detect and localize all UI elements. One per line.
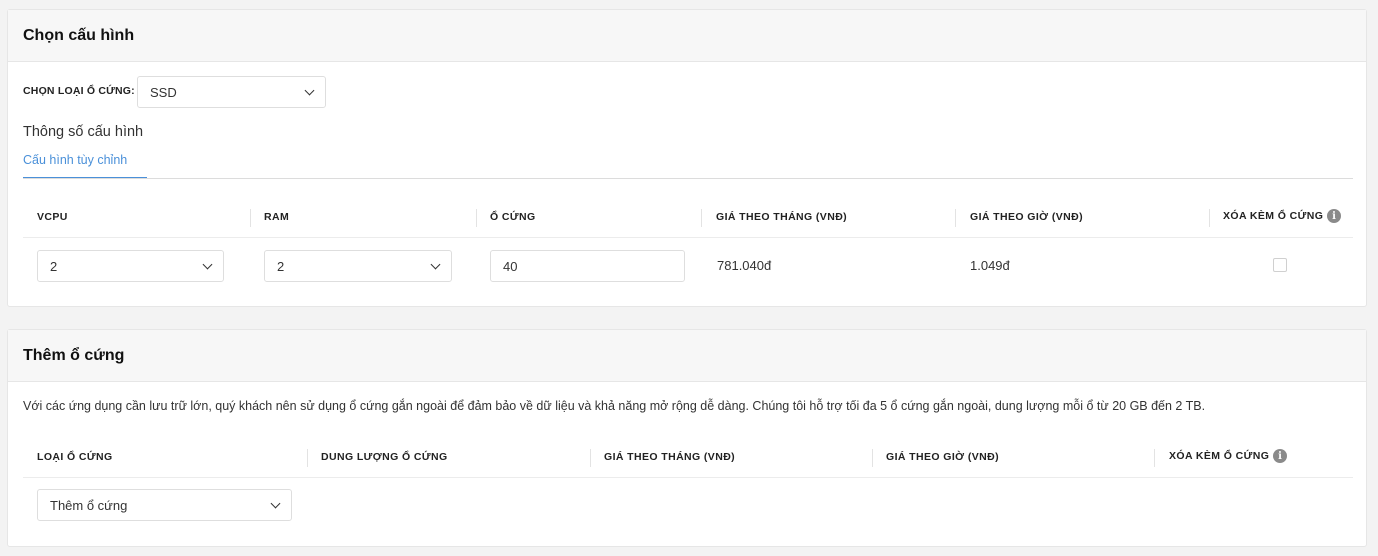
vcpu-select[interactable]: 2 bbox=[37, 250, 224, 282]
table-header-divider bbox=[23, 477, 1353, 478]
chevron-down-icon bbox=[270, 498, 281, 508]
col-header-monthly-price: GIÁ THEO THÁNG (VNĐ) bbox=[604, 451, 736, 463]
ram-select[interactable]: 2 bbox=[264, 250, 452, 282]
info-icon[interactable]: i bbox=[1273, 449, 1288, 463]
col-separator bbox=[307, 449, 308, 467]
add-disk-card-title: Thêm ổ cứng bbox=[8, 330, 1366, 382]
col-separator bbox=[701, 209, 702, 227]
config-card: Chọn cấu hình CHỌN LOẠI Ổ CỨNG: SSD Thôn… bbox=[7, 9, 1367, 307]
col-separator bbox=[590, 449, 591, 467]
chevron-down-icon bbox=[430, 259, 441, 269]
disk-size-value: 40 bbox=[503, 258, 518, 274]
col-separator bbox=[476, 209, 477, 227]
tab-divider bbox=[23, 178, 1353, 179]
col-header-delete-label: XÓA KÈM Ổ CỨNG bbox=[1169, 450, 1270, 462]
disk-type-label: CHỌN LOẠI Ổ CỨNG: bbox=[23, 85, 135, 97]
disk-size-input[interactable]: 40 bbox=[490, 250, 685, 282]
col-header-delete-with-disk: XÓA KÈM Ổ CỨNG i bbox=[1169, 449, 1288, 463]
col-separator bbox=[250, 209, 251, 227]
col-header-hourly-price: GIÁ THEO GIỜ (VNĐ) bbox=[886, 451, 999, 463]
tab-custom-config[interactable]: Cấu hình tùy chỉnh bbox=[23, 153, 127, 167]
col-header-hourly-price: GIÁ THEO GIỜ (VNĐ) bbox=[970, 211, 1083, 223]
col-separator bbox=[1154, 449, 1155, 467]
col-separator bbox=[955, 209, 956, 227]
col-header-disk: Ổ CỨNG bbox=[490, 211, 536, 223]
disk-type-select[interactable]: SSD bbox=[137, 76, 326, 108]
col-header-monthly-price: GIÁ THEO THÁNG (VNĐ) bbox=[716, 211, 848, 223]
add-disk-select[interactable]: Thêm ổ cứng bbox=[37, 489, 292, 521]
add-disk-description: Với các ứng dụng cần lưu trữ lớn, quý kh… bbox=[23, 399, 1206, 413]
chevron-down-icon bbox=[202, 259, 213, 269]
ram-value: 2 bbox=[277, 258, 285, 274]
col-separator bbox=[872, 449, 873, 467]
col-header-delete-with-disk: XÓA KÈM Ổ CỨNG i bbox=[1223, 209, 1342, 223]
vcpu-value: 2 bbox=[50, 258, 58, 274]
monthly-price-value: 781.040đ bbox=[717, 258, 772, 273]
config-card-title: Chọn cấu hình bbox=[8, 10, 1366, 62]
hourly-price-value: 1.049đ bbox=[970, 258, 1010, 273]
col-header-delete-label: XÓA KÈM Ổ CỨNG bbox=[1223, 210, 1324, 222]
col-header-ram: RAM bbox=[264, 211, 290, 223]
col-header-disk-type: LOẠI Ổ CỨNG bbox=[37, 451, 113, 463]
table-header-divider bbox=[23, 237, 1353, 238]
col-separator bbox=[1209, 209, 1210, 227]
info-icon[interactable]: i bbox=[1327, 209, 1342, 223]
col-header-disk-capacity: DUNG LƯỢNG Ổ CỨNG bbox=[321, 451, 448, 463]
delete-with-disk-checkbox[interactable] bbox=[1273, 258, 1287, 272]
disk-type-value: SSD bbox=[150, 84, 177, 100]
spec-title: Thông số cấu hình bbox=[23, 124, 144, 140]
col-header-vcpu: VCPU bbox=[37, 211, 68, 223]
add-disk-card: Thêm ổ cứng Với các ứng dụng cần lưu trữ… bbox=[7, 329, 1367, 547]
chevron-down-icon bbox=[304, 85, 315, 95]
add-disk-placeholder: Thêm ổ cứng bbox=[50, 497, 128, 513]
